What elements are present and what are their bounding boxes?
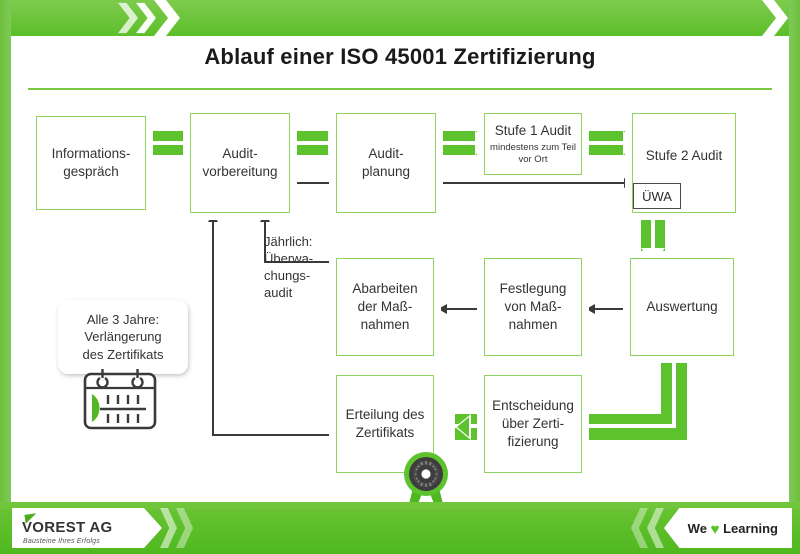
node-label-title: Auswertung [646, 299, 718, 315]
node-label-line1: Erteilung des [345, 407, 425, 423]
connector-erteilung-up-vertical [212, 221, 214, 435]
arrowhead-up-icon [208, 213, 218, 222]
connector-vorbereitung-planung [292, 182, 332, 184]
node-label-line1: Abarbeiten [352, 281, 418, 297]
calendar-icon [80, 366, 160, 437]
arrowhead-left-icon [438, 304, 447, 314]
arrowhead-up-icon [260, 213, 270, 222]
node-label-line3: nahmen [360, 316, 410, 332]
annotation-line3: chungs- [264, 267, 311, 283]
badge-uewa[interactable]: ÜWA [633, 183, 681, 209]
node-festlegung-massnahmen[interactable]: Festlegung von Maß- nahmen [484, 258, 582, 356]
logo-name: VOREST AG [22, 519, 113, 536]
node-label-sub1: mindestens zum Teil [490, 142, 576, 154]
node-label-line1: Informations- [51, 146, 131, 162]
node-label-line1: Festlegung [499, 281, 567, 297]
flowchart-canvas: Informations- gespräch Audit- vorbereitu… [0, 0, 800, 554]
node-entscheidung-zertifizierung[interactable]: Entscheidung über Zerti- fizierung [484, 375, 582, 473]
node-auditplanung[interactable]: Audit- planung [336, 113, 436, 213]
annotation-line1: Alle 3 Jahre: [86, 312, 160, 328]
arrowhead-left-icon [586, 304, 595, 314]
node-label-title: Stufe 1 Audit [494, 123, 572, 139]
connector-erteilung-up-horizontal [212, 434, 334, 436]
logo-tagline: Bausteine Ihres Erfolgs [23, 538, 100, 545]
node-informationsgespraech[interactable]: Informations- gespräch [36, 116, 146, 210]
node-abarbeiten-massnahmen[interactable]: Abarbeiten der Maß- nahmen [336, 258, 434, 356]
annotation-alle-3-jahre: Alle 3 Jahre: Verlängerung des Zertifika… [58, 300, 188, 374]
node-label-line2: planung [361, 164, 411, 179]
node-auditvorbereitung[interactable]: Audit- vorbereitung [190, 113, 290, 213]
node-label-line1: Audit- [222, 146, 258, 162]
node-label-line3: fizierung [507, 433, 559, 449]
node-label-line3: nahmen [508, 316, 558, 332]
elbow-split-vertical [672, 356, 676, 424]
annotation-line3: des Zertifikats [82, 346, 164, 362]
slogan-text: We ♥ Learning [688, 521, 778, 538]
node-label-line2: Zertifikats [355, 425, 415, 440]
node-label-line2: über Zerti- [501, 416, 565, 432]
arrow-stufe2-to-auswertung [641, 216, 665, 264]
node-label-line2: vorbereitung [202, 164, 278, 179]
slogan-pre: We [687, 521, 707, 536]
arrow-planung-to-stufe1 [437, 131, 491, 155]
node-label-line1: Audit- [368, 146, 404, 162]
arrow-stufe1-to-stufe2 [585, 131, 639, 155]
heart-icon: ♥ [710, 521, 720, 538]
node-stufe1-audit[interactable]: Stufe 1 Audit mindestens zum Teil vor Or… [484, 113, 582, 175]
connector-planung-stufe2 [440, 182, 626, 184]
annotation-line2: Überwa- [264, 250, 314, 266]
node-label-line1: Entscheidung [492, 398, 574, 414]
annotation-line1: Jährlich: [264, 234, 313, 249]
node-auswertung[interactable]: Auswertung [630, 258, 734, 356]
infographic-screen: Ablauf einer ISO 45001 Zertifizierung In… [0, 0, 800, 554]
annotation-line2: Verlängerung [84, 329, 162, 345]
node-label-title: Stufe 2 Audit [645, 148, 723, 163]
annotation-jaehrlich-ueberwachungsaudit: Jährlich: Überwa- chungs- audit [264, 234, 332, 302]
node-label-line2: von Maß- [504, 299, 562, 315]
annotation-line4: audit [264, 284, 293, 300]
slogan-post: Learning [723, 521, 778, 536]
node-label-line2: der Maß- [357, 299, 413, 315]
node-label-line2: gespräch [63, 164, 119, 179]
node-label-sub2: vor Ort [518, 153, 548, 165]
